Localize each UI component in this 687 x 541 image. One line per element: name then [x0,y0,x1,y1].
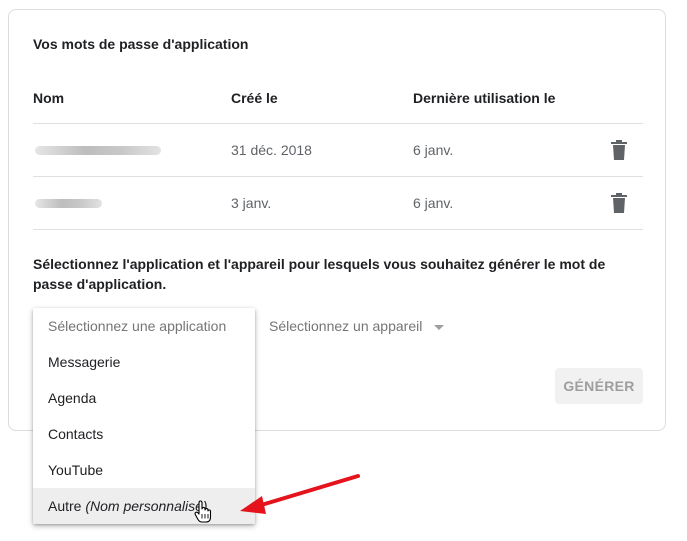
menu-option-agenda[interactable]: Agenda [33,380,255,416]
section-title: Vos mots de passe d'application [33,36,249,52]
device-select-placeholder: Sélectionnez un appareil [269,318,423,334]
table-divider [33,229,643,230]
row-last-used-date: 6 janv. [413,195,454,211]
redacted-app-name [35,199,102,208]
generate-button[interactable]: GÉNÉRER [555,368,643,404]
trash-icon[interactable] [611,193,627,213]
app-select-placeholder[interactable]: Sélectionnez une application [33,308,255,344]
app-select-menu: Sélectionnez une application Messagerie … [33,308,255,524]
column-header-name: Nom [33,90,65,106]
redacted-app-name [35,146,161,155]
menu-option-youtube[interactable]: YouTube [33,452,255,488]
table-divider [33,176,643,177]
row-created-date: 31 déc. 2018 [231,142,312,158]
device-select[interactable]: Sélectionnez un appareil [269,318,445,334]
generate-instructions: Sélectionnez l'application et l'appareil… [33,256,606,292]
hand-cursor-icon [194,500,212,523]
table-divider [33,123,643,124]
row-created-date: 3 janv. [231,195,272,211]
column-header-created: Créé le [231,90,278,106]
menu-option-messagerie[interactable]: Messagerie [33,344,255,380]
custom-option-label: Autre [48,498,82,514]
chevron-down-icon [434,324,445,330]
custom-option-hint: (Nom personnalisé) [85,498,208,514]
trash-icon[interactable] [611,140,627,160]
menu-option-custom[interactable]: Autre (Nom personnalisé) [33,488,255,524]
row-last-used-date: 6 janv. [413,142,454,158]
annotation-arrow-icon [240,474,360,514]
column-header-last-used: Dernière utilisation le [413,90,556,106]
menu-option-contacts[interactable]: Contacts [33,416,255,452]
